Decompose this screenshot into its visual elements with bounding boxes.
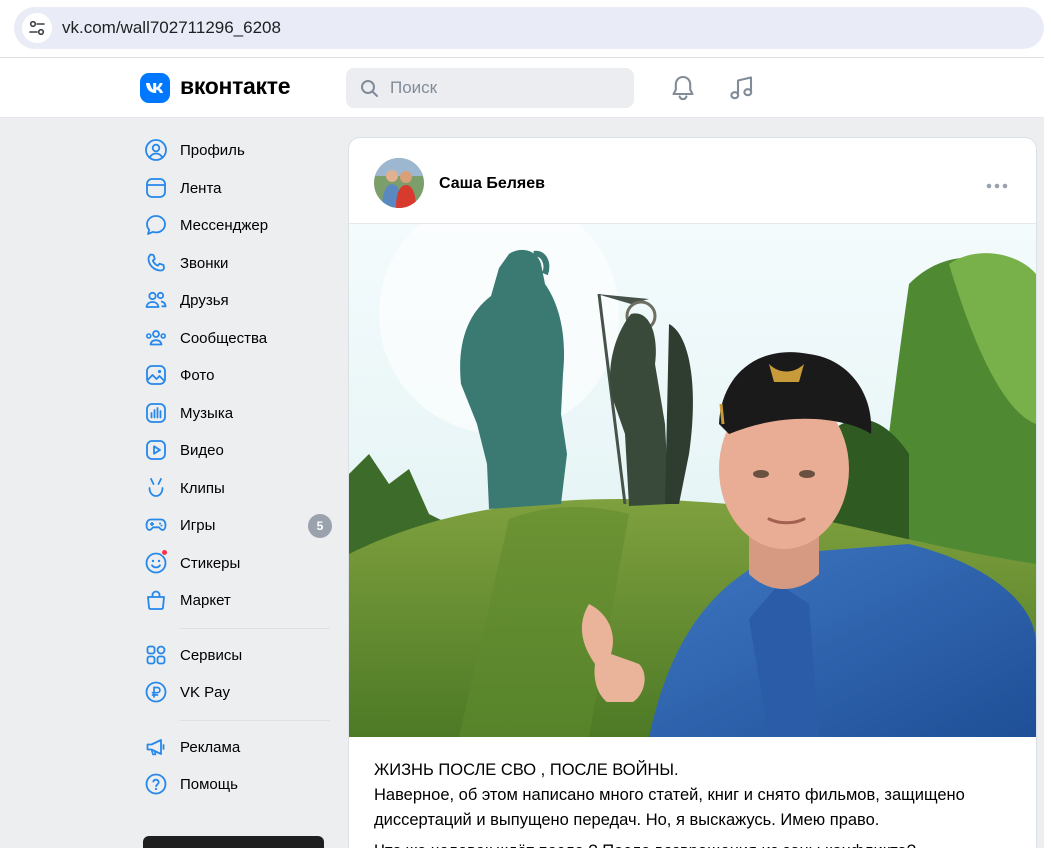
sidebar-item-label: Звонки bbox=[180, 254, 229, 272]
help-icon bbox=[145, 773, 167, 795]
post-body: Наверное, об этом написано много статей,… bbox=[374, 786, 965, 829]
sidebar-item-music[interactable]: Музыка bbox=[140, 395, 340, 433]
post-author-name[interactable]: Саша Беляев bbox=[439, 175, 545, 193]
sidebar-item-label: Профиль bbox=[180, 142, 245, 159]
sidebar-item-stickers[interactable]: Стикеры bbox=[140, 545, 340, 583]
sidebar-item-market[interactable]: Маркет bbox=[140, 582, 340, 620]
message-icon bbox=[146, 215, 166, 235]
sidebar-item-messenger[interactable]: Мессенджер bbox=[140, 207, 340, 245]
market-icon bbox=[147, 590, 165, 610]
sidebar-item-label: Сервисы bbox=[180, 646, 243, 664]
sidebar-item-ads[interactable]: Реклама bbox=[140, 729, 340, 767]
post-title: ЖИЗНЬ ПОСЛЕ СВО , ПОСЛЕ ВОЙНЫ. bbox=[374, 761, 679, 779]
sidebar-item-profile[interactable]: Профиль bbox=[140, 132, 340, 170]
wall-post-card: Саша Беляев ЖИЗНЬ ПОСЛЕ СВО , ПОСЛЕ ВОЙН… bbox=[348, 137, 1037, 848]
sidebar-item-label: VK Pay bbox=[180, 684, 231, 701]
address-bar[interactable]: vk.com/wall702711296_6208 bbox=[14, 7, 1044, 49]
sidebar-item-friends[interactable]: Друзья bbox=[140, 282, 340, 320]
sidebar-item-label: Помощь bbox=[180, 776, 238, 793]
sidebar-item-clips[interactable]: Клипы bbox=[140, 470, 340, 508]
sidebar-divider bbox=[180, 719, 330, 721]
vk-logo-icon[interactable] bbox=[140, 73, 170, 103]
sidebar-item-label: Друзья bbox=[180, 292, 229, 309]
vkpay-icon bbox=[145, 681, 167, 703]
site-settings-icon[interactable] bbox=[22, 13, 52, 43]
services-icon bbox=[146, 645, 166, 664]
sidebar-item-photos[interactable]: Фото bbox=[140, 357, 340, 395]
sidebar-item-label: Реклама bbox=[180, 738, 241, 756]
search-icon bbox=[360, 79, 379, 103]
sidebar-item-communities[interactable]: Сообщества bbox=[140, 320, 340, 358]
sidebar-promo-banner[interactable] bbox=[143, 836, 324, 848]
sidebar-item-help[interactable]: Помощь bbox=[140, 766, 340, 804]
search-box[interactable] bbox=[346, 68, 634, 108]
sidebar-item-label: Мессенджер bbox=[180, 217, 269, 234]
communities-icon bbox=[146, 329, 167, 345]
post-header: Саша Беляев bbox=[349, 138, 1036, 224]
sidebar-item-label: Видео bbox=[180, 442, 224, 459]
clips-icon bbox=[148, 477, 164, 497]
phone-icon bbox=[147, 253, 165, 271]
new-indicator-dot bbox=[161, 548, 168, 556]
sidebar-item-label: Музыка bbox=[180, 404, 234, 422]
browser-toolbar: vk.com/wall702711296_6208 bbox=[0, 0, 1044, 58]
sidebar-item-video[interactable]: Видео bbox=[140, 432, 340, 470]
brand-name[interactable]: вконтакте bbox=[180, 73, 291, 100]
post-photo[interactable] bbox=[349, 224, 1036, 737]
sidebar-item-vkpay[interactable]: VK Pay bbox=[140, 674, 340, 712]
left-sidebar-nav: Профиль Лента Мессенджер Звонки Друзья С… bbox=[140, 132, 340, 804]
user-circle-icon bbox=[145, 139, 167, 161]
more-options-icon[interactable] bbox=[986, 176, 1008, 194]
photo-icon bbox=[146, 365, 166, 385]
search-input[interactable] bbox=[390, 68, 626, 108]
sidebar-item-services[interactable]: Сервисы bbox=[140, 637, 340, 675]
sidebar-item-label: Клипы bbox=[180, 479, 225, 497]
post-body-continued: Что же человек ждёт после ? После возвра… bbox=[374, 839, 916, 848]
sidebar-item-calls[interactable]: Звонки bbox=[140, 245, 340, 283]
sidebar-item-games[interactable]: Игры 5 bbox=[140, 507, 340, 545]
vk-header: вконтакте bbox=[0, 58, 1044, 118]
sidebar-item-label: Маркет bbox=[180, 592, 231, 609]
friends-icon bbox=[145, 291, 167, 308]
author-avatar[interactable] bbox=[374, 158, 424, 208]
notifications-bell-icon[interactable] bbox=[667, 72, 699, 104]
music-player-icon[interactable] bbox=[726, 72, 758, 104]
sidebar-item-label: Стикеры bbox=[180, 554, 241, 572]
sidebar-divider bbox=[180, 627, 330, 629]
feed-icon bbox=[146, 177, 166, 198]
music-icon bbox=[146, 402, 166, 423]
post-text: ЖИЗНЬ ПОСЛЕ СВО , ПОСЛЕ ВОЙНЫ. Наверное,… bbox=[374, 758, 1024, 848]
games-icon bbox=[145, 518, 167, 531]
sidebar-item-feed[interactable]: Лента bbox=[140, 170, 340, 208]
sidebar-item-label: Фото bbox=[180, 367, 215, 384]
sidebar-item-label: Игры bbox=[180, 517, 216, 534]
sidebar-item-label: Сообщества bbox=[180, 329, 268, 347]
url-text[interactable]: vk.com/wall702711296_6208 bbox=[62, 18, 281, 38]
video-icon bbox=[146, 440, 166, 460]
notification-count-badge: 5 bbox=[308, 514, 332, 538]
sidebar-item-label: Лента bbox=[180, 179, 222, 197]
ads-icon bbox=[146, 738, 165, 755]
